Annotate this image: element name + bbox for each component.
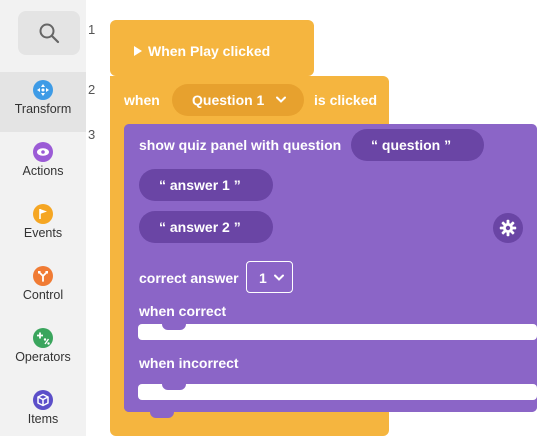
- answer-2-text: “ answer 2 ”: [159, 219, 241, 235]
- line-number: 1: [88, 22, 96, 37]
- category-events[interactable]: Events: [0, 196, 86, 256]
- category-control[interactable]: Control: [0, 258, 86, 318]
- when-correct-slot[interactable]: [138, 324, 537, 340]
- block-label: When Play clicked: [148, 43, 271, 59]
- category-label: Items: [27, 412, 59, 426]
- search-icon: [39, 23, 60, 44]
- when-incorrect-label: when incorrect: [139, 355, 239, 371]
- object-dropdown[interactable]: Question 1: [172, 84, 304, 116]
- is-clicked-label: is clicked: [314, 92, 378, 108]
- category-label: Events: [23, 226, 63, 240]
- category-operators[interactable]: Operators: [0, 320, 86, 380]
- flag-icon: [33, 204, 53, 224]
- category-label: Transform: [14, 102, 72, 116]
- answer-1-input[interactable]: “ answer 1 ”: [139, 169, 273, 201]
- correct-answer-label: correct answer: [139, 270, 239, 286]
- category-label: Control: [22, 288, 64, 302]
- search-button[interactable]: [18, 11, 80, 55]
- chevron-down-icon: [274, 274, 284, 281]
- settings-button[interactable]: [493, 213, 523, 243]
- quiz-title: show quiz panel with question: [139, 137, 342, 153]
- chevron-down-icon: [276, 96, 286, 103]
- when-correct-label: when correct: [139, 303, 227, 319]
- branch-icon: [33, 266, 53, 286]
- answer-1-text: “ answer 1 ”: [159, 177, 241, 193]
- gear-icon: [499, 219, 517, 237]
- category-transform[interactable]: Transform: [0, 72, 86, 132]
- when-play-clicked-block[interactable]: When Play clicked: [110, 20, 314, 76]
- correct-answer-dropdown[interactable]: 1: [246, 261, 293, 293]
- when-incorrect-slot[interactable]: [138, 384, 537, 400]
- when-label: when: [124, 92, 160, 108]
- category-actions[interactable]: Actions: [0, 134, 86, 194]
- category-items[interactable]: Items: [0, 382, 86, 436]
- line-number: 3: [88, 127, 96, 142]
- plus-percent-icon: [33, 328, 53, 348]
- transform-icon: [33, 80, 53, 100]
- question-input[interactable]: “ question ”: [351, 129, 484, 161]
- line-number: 2: [88, 82, 96, 97]
- question-text: “ question ”: [371, 137, 452, 153]
- object-dropdown-value: Question 1: [192, 92, 265, 108]
- category-label: Actions: [22, 164, 64, 178]
- block-categories-sidebar: Transform Actions Events Control Operato…: [0, 0, 86, 436]
- eye-icon: [33, 142, 53, 162]
- cube-icon: [33, 390, 53, 410]
- play-icon: [134, 46, 142, 56]
- category-label: Operators: [15, 350, 71, 364]
- answer-2-input[interactable]: “ answer 2 ”: [139, 211, 273, 243]
- correct-answer-value: 1: [259, 270, 267, 286]
